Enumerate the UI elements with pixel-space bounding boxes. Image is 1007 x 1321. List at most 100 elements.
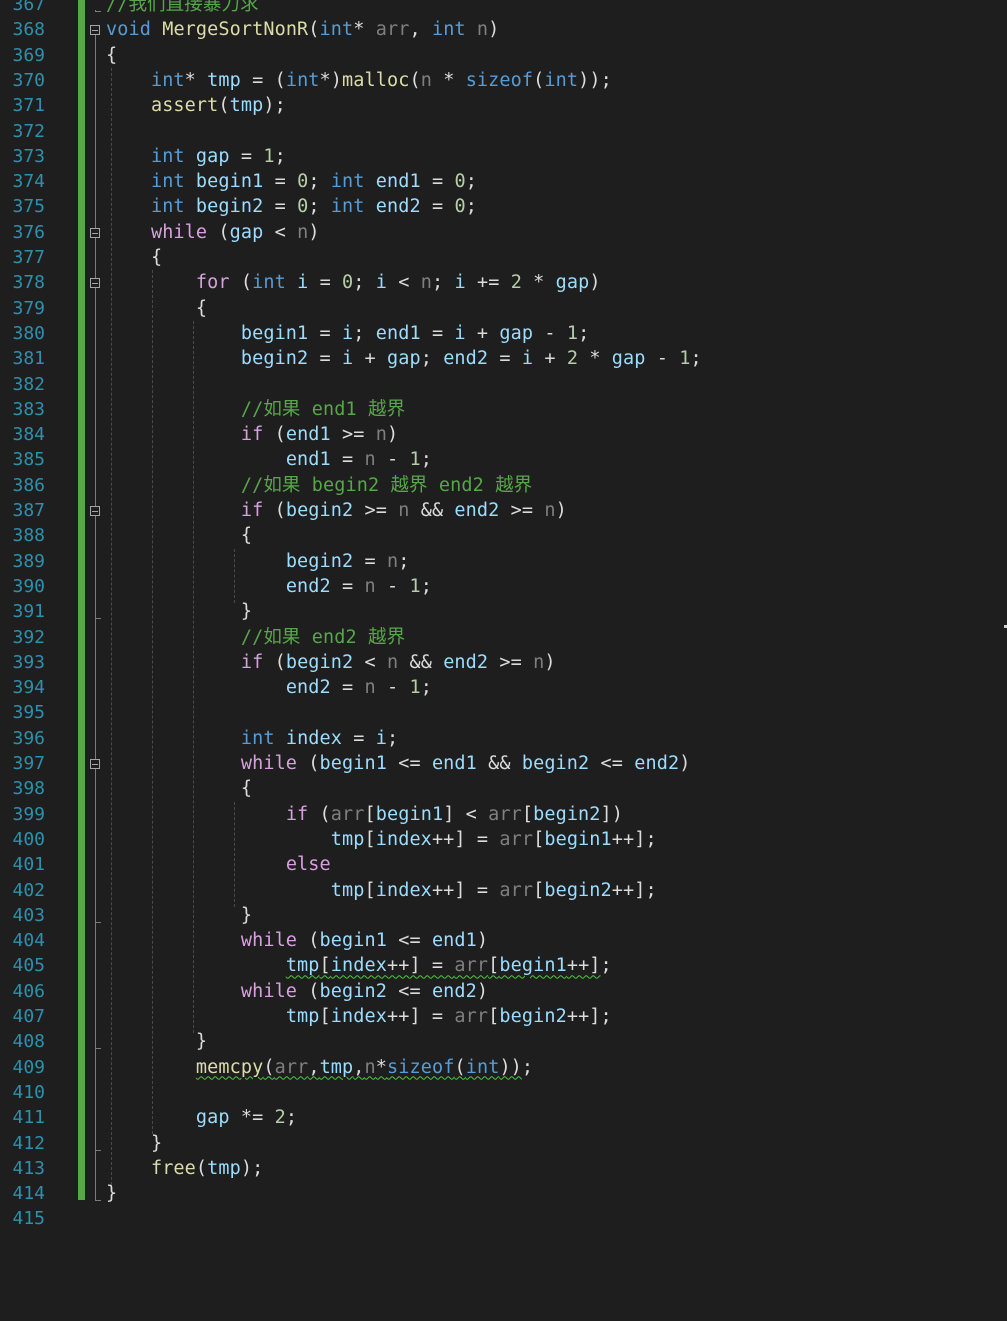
code-token: index bbox=[285, 727, 343, 749]
code-line[interactable]: 373 int gap = 1; bbox=[0, 144, 1007, 169]
code-line[interactable]: 382 bbox=[0, 372, 1007, 397]
code-token: { bbox=[106, 778, 253, 800]
code-line[interactable]: 394 end2 = n - 1; bbox=[0, 675, 1007, 700]
code-token: = bbox=[420, 322, 455, 344]
code-line[interactable]: 371 assert(tmp); bbox=[0, 93, 1007, 118]
code-line[interactable]: 392 //如果 end2 越界 bbox=[0, 625, 1007, 650]
code-line[interactable]: 388 { bbox=[0, 523, 1007, 548]
code-line[interactable]: 369 { bbox=[0, 43, 1007, 68]
code-line[interactable]: 370 int* tmp = (int*)malloc(n * sizeof(i… bbox=[0, 68, 1007, 93]
code-token: = bbox=[420, 171, 455, 193]
code-token: assert bbox=[150, 95, 219, 117]
code-line[interactable]: 400 tmp[index++] = arr[begin1++]; bbox=[0, 827, 1007, 852]
code-token: arr bbox=[454, 1006, 489, 1027]
code-line[interactable]: 375 int begin2 = 0; int end2 = 0; bbox=[0, 194, 1007, 219]
code-line[interactable]: 376 while (gap < n) bbox=[0, 220, 1007, 245]
code-line[interactable]: 403 } bbox=[0, 903, 1007, 928]
line-number: 381 bbox=[12, 348, 45, 370]
code-line[interactable]: 372 bbox=[0, 119, 1007, 144]
code-line[interactable]: 381 begin2 = i + gap; end2 = i + 2 * gap… bbox=[0, 346, 1007, 371]
code-token: ; bbox=[353, 272, 376, 294]
code-line[interactable]: 404 while (begin1 <= end1) bbox=[0, 928, 1007, 953]
code-line[interactable]: 383 //如果 end1 越界 bbox=[0, 397, 1007, 422]
code-token: 0 bbox=[297, 171, 309, 193]
code-line[interactable]: 399 if (arr[begin1] < arr[begin2]) bbox=[0, 802, 1007, 827]
code-line[interactable]: 378 for (int i = 0; i < n; i += 2 * gap) bbox=[0, 270, 1007, 295]
code-line[interactable]: 398 { bbox=[0, 776, 1007, 801]
code-token: end2 bbox=[443, 348, 489, 370]
code-token: ) bbox=[544, 651, 556, 673]
code-token: while bbox=[150, 221, 208, 243]
code-line[interactable]: 410 bbox=[0, 1080, 1007, 1105]
code-line[interactable]: 391 } bbox=[0, 599, 1007, 624]
code-token: int bbox=[252, 272, 286, 294]
code-token: 2 bbox=[510, 272, 522, 294]
code-token: arr bbox=[274, 1056, 309, 1078]
code-token: && bbox=[398, 651, 444, 673]
code-editor[interactable]: 367//我们直接暴力求 368 void MergeSortNonR(int* a… bbox=[0, 0, 1007, 1321]
code-token: begin2 bbox=[533, 803, 601, 825]
code-line[interactable]: 367 //我们直接暴力求 bbox=[0, 0, 1007, 17]
code-line[interactable]: 380 begin1 = i; end1 = i + gap - 1; bbox=[0, 321, 1007, 346]
code-line[interactable]: 409 memcpy(arr,tmp,n*sizeof(int)); bbox=[0, 1055, 1007, 1080]
code-token: - bbox=[533, 322, 567, 344]
code-line[interactable]: 384 if (end1 >= n) bbox=[0, 422, 1007, 447]
code-token: int bbox=[285, 69, 320, 91]
code-line[interactable]: 411 gap *= 2; bbox=[0, 1105, 1007, 1130]
code-line[interactable]: 412 } bbox=[0, 1131, 1007, 1156]
code-token: ) bbox=[488, 19, 500, 41]
code-token: , bbox=[308, 1056, 320, 1078]
code-line[interactable]: 415 bbox=[0, 1206, 1007, 1231]
code-token: int bbox=[319, 19, 354, 41]
code-line[interactable]: 413 free(tmp); bbox=[0, 1156, 1007, 1181]
code-token: index bbox=[330, 1006, 387, 1027]
code-line[interactable]: 407 tmp[index++] = arr[begin2++]; bbox=[0, 1004, 1007, 1029]
line-number: 373 bbox=[12, 145, 45, 167]
code-line[interactable]: 379 { bbox=[0, 296, 1007, 321]
code-line[interactable]: 386 //如果 begin2 越界 end2 越界 bbox=[0, 473, 1007, 498]
code-line[interactable]: 389 begin2 = n; bbox=[0, 549, 1007, 574]
code-token: { bbox=[106, 525, 253, 547]
code-line[interactable]: 390 end2 = n - 1; bbox=[0, 574, 1007, 599]
code-token: //如果 end1 越界 bbox=[240, 398, 406, 420]
code-token: [ bbox=[364, 879, 376, 901]
code-line[interactable]: 408 } bbox=[0, 1029, 1007, 1054]
code-line[interactable]: 395 bbox=[0, 700, 1007, 725]
code-line[interactable]: 397 while (begin1 <= end1 && begin2 <= e… bbox=[0, 751, 1007, 776]
code-token: )); bbox=[578, 69, 612, 91]
line-number: 408 bbox=[12, 1031, 45, 1053]
code-line[interactable]: 405 tmp[index++] = arr[begin1++]; bbox=[0, 953, 1007, 978]
code-line[interactable]: 385 end1 = n - 1; bbox=[0, 447, 1007, 472]
code-text: while (begin1 <= end1) bbox=[106, 928, 488, 953]
code-line[interactable]: 368 void MergeSortNonR(int* arr, int n) bbox=[0, 17, 1007, 42]
code-token: * bbox=[184, 69, 208, 91]
code-token: n bbox=[420, 272, 432, 294]
code-line[interactable]: 396 int index = i; bbox=[0, 726, 1007, 751]
code-text: } bbox=[106, 1131, 162, 1156]
code-line[interactable]: 377 { bbox=[0, 245, 1007, 270]
code-line[interactable]: 374 int begin1 = 0; int end1 = 0; bbox=[0, 169, 1007, 194]
line-number: 374 bbox=[12, 171, 45, 193]
code-line[interactable]: 402 tmp[index++] = arr[begin2++]; bbox=[0, 878, 1007, 903]
code-line[interactable]: 401 else bbox=[0, 852, 1007, 877]
code-token: end2 bbox=[285, 677, 331, 699]
code-line[interactable]: 387 if (begin2 >= n && end2 >= n) bbox=[0, 498, 1007, 523]
code-token: int bbox=[431, 19, 466, 41]
code-token: begin1 bbox=[319, 753, 387, 774]
line-number: 383 bbox=[12, 398, 45, 420]
code-line[interactable]: 406 while (begin2 <= end2) bbox=[0, 979, 1007, 1004]
code-line[interactable]: 414} bbox=[0, 1181, 1007, 1206]
code-token: } bbox=[106, 1031, 208, 1053]
line-number: 392 bbox=[12, 626, 45, 648]
code-text: if (begin2 < n && end2 >= n) bbox=[106, 650, 556, 675]
code-line[interactable]: 393 if (begin2 < n && end2 >= n) bbox=[0, 650, 1007, 675]
code-token: [ bbox=[319, 955, 331, 977]
